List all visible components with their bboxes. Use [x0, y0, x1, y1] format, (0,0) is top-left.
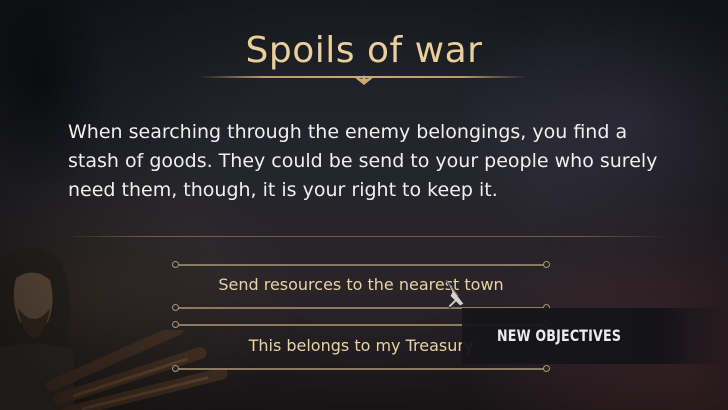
objectives-label: NEW OBJECTIVES	[497, 326, 622, 345]
option-send-resources[interactable]: Send resources to the nearest town	[178, 275, 544, 294]
dialog-title: Spoils of war	[245, 30, 483, 71]
option-rail-bottom	[172, 365, 550, 372]
winged-ornament-icon	[353, 75, 375, 85]
game-scene: Spoils of war When searching through the…	[0, 0, 728, 410]
dialog-body-text: When searching through the enemy belongi…	[68, 121, 658, 201]
section-divider	[60, 236, 670, 237]
sword-cursor-icon	[445, 279, 465, 309]
objectives-notification: NEW OBJECTIVES	[462, 308, 728, 364]
option-rail-top	[172, 261, 550, 268]
